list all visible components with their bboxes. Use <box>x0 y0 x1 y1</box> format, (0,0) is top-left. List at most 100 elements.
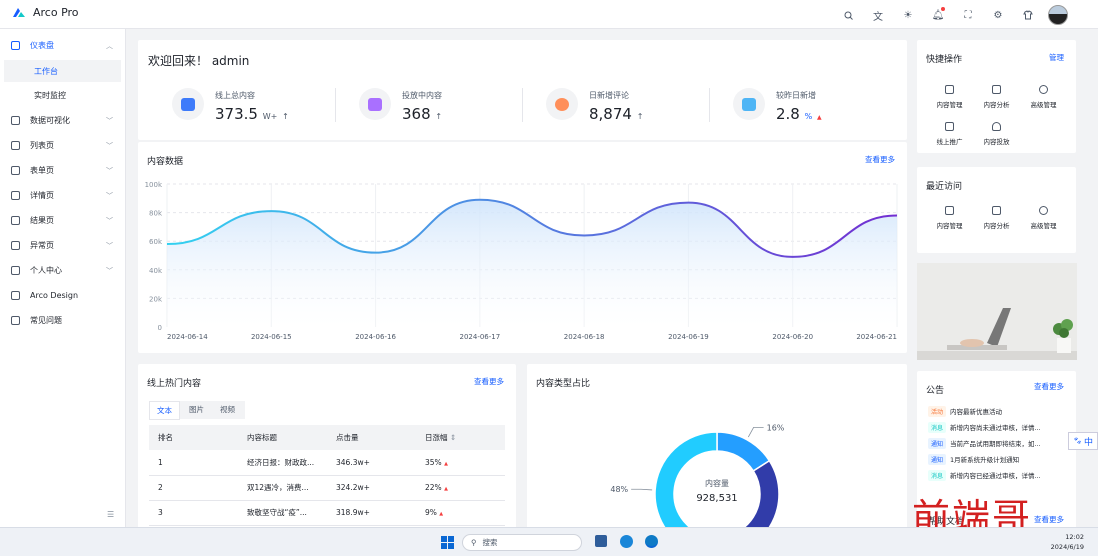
slice-label: 48% <box>610 485 628 494</box>
notice-item[interactable]: 通知 1月新系统升级计划通知 <box>928 451 1070 467</box>
notice-more-link[interactable]: 查看更多 <box>1034 381 1064 392</box>
file-icon <box>945 84 954 94</box>
quick-item-advanced-manage[interactable]: 高级管理 <box>1020 78 1067 115</box>
chevron-down-icon: ﹀ <box>106 266 113 275</box>
recent-item-content-manage[interactable]: 内容管理 <box>926 199 973 236</box>
chart-icon <box>992 205 1001 215</box>
app-logo[interactable]: Arco Pro <box>12 6 79 19</box>
search-icon[interactable] <box>838 5 858 25</box>
sidebar-item-form[interactable]: 表单页 ﹀ <box>0 158 125 183</box>
tab-image[interactable]: 图片 <box>182 401 211 420</box>
table-row[interactable]: 2 双12遇冷，消费... 324.2w+ 22% ▲ <box>149 475 505 501</box>
user-avatar[interactable] <box>1048 5 1068 25</box>
quick-manage-link[interactable]: 管理 <box>1049 52 1064 63</box>
stat-deliver-content: 投放中内容 368 ↑ <box>359 88 442 123</box>
sidebar-item-result[interactable]: 结果页 ﹀ <box>0 208 125 233</box>
table-header: 排名 内容标题 点击量 日涨幅 ⇕ <box>149 425 505 450</box>
sort-icon[interactable]: ⇕ <box>450 433 456 442</box>
quick-item-content-analysis[interactable]: 内容分析 <box>973 78 1020 115</box>
edge-active-icon[interactable] <box>645 535 658 548</box>
sidebar-item-arco-design[interactable]: Arco Design <box>0 283 125 308</box>
table-row[interactable]: 1 经济日报：财政政... 346.3w+ 35% ▲ <box>149 450 505 476</box>
hot-content-card: 线上热门内容 查看更多 文本 图片 视频 排名 内容标题 点击量 日涨幅 ⇕ 1… <box>138 364 516 530</box>
dashboard-icon <box>11 41 20 50</box>
x-tick-label: 2024-06-15 <box>251 333 292 341</box>
sidebar-item-list[interactable]: 列表页 ﹀ <box>0 133 125 158</box>
quick-item-promotion[interactable]: 线上推广 <box>926 115 973 152</box>
app-title: Arco Pro <box>33 6 79 19</box>
slice-label: 16% <box>767 423 785 432</box>
ime-indicator[interactable]: 🐾︎ 中 <box>1068 432 1098 450</box>
taskbar-search[interactable]: ⚲ 搜索 <box>462 534 582 551</box>
x-tick-label: 2024-06-17 <box>460 333 501 341</box>
notification-bell-icon[interactable]: 🔔︎ <box>928 5 948 25</box>
fullscreen-icon[interactable]: ⛶ <box>958 5 978 25</box>
sidebar-sub-monitor[interactable]: 实时监控 <box>4 84 121 106</box>
arco-logo-icon <box>13 8 25 17</box>
recent-item-content-analysis[interactable]: 内容分析 <box>973 199 1020 236</box>
question-icon <box>11 316 20 325</box>
ime-paw-icon: 🐾︎ <box>1073 437 1082 445</box>
content-data-card: 内容数据 查看更多 0 20k 40k 60k 80k 100k 2024-06-14 202… <box>138 142 907 353</box>
sidebar-item-exception[interactable]: 异常页 ﹀ <box>0 233 125 258</box>
quick-item-content-manage[interactable]: 内容管理 <box>926 78 973 115</box>
file-explorer-icon[interactable] <box>595 535 607 547</box>
file-icon <box>945 205 954 215</box>
notice-item[interactable]: 活动 内容最新优惠活动 <box>928 403 1070 419</box>
system-clock[interactable]: 12:02 2024/6/19 <box>1051 532 1084 552</box>
recent-visits-card: 最近访问 内容管理 内容分析 高级管理 <box>917 167 1076 253</box>
notice-item[interactable]: 消息 新增内容已经通过审核，详情... <box>928 467 1070 483</box>
quick-item-delivery[interactable]: 内容投放 <box>973 115 1020 152</box>
chevron-down-icon: ﹀ <box>106 116 113 125</box>
area-fill <box>167 199 897 327</box>
x-tick-label: 2024-06-21 <box>856 333 897 341</box>
sidebar-item-visualization[interactable]: 数据可视化 ﹀ <box>0 108 125 133</box>
recent-item-advanced-manage[interactable]: 高级管理 <box>1020 199 1067 236</box>
menu-collapse-icon[interactable]: ☰ <box>107 510 114 519</box>
laptop-desk-illustration <box>917 263 1077 360</box>
chevron-down-icon: ﹀ <box>106 241 113 250</box>
windows-start-icon[interactable] <box>441 536 454 549</box>
stat-icon <box>546 88 578 120</box>
welcome-card: 欢迎回来！ admin 线上总内容 373.5 W+ ↑ 投放中内容 368 ↑… <box>138 40 907 140</box>
donut-center-label: 内容量 <box>705 478 729 488</box>
x-tick-label: 2024-06-14 <box>167 333 208 341</box>
chevron-down-icon: ﹀ <box>106 216 113 225</box>
table-row[interactable]: 3 致敬坚守战“疫”... 318.9w+ 9% ▲ <box>149 500 505 526</box>
hot-more-link[interactable]: 查看更多 <box>474 376 504 387</box>
chevron-up-icon: ︿ <box>106 41 113 50</box>
sidebar-item-dashboard[interactable]: 仪表盘 ︿ <box>0 33 125 58</box>
chevron-down-icon: ﹀ <box>106 141 113 150</box>
quick-actions-card: 快捷操作 管理 内容管理 内容分析 高级管理 线上推广 内容投放 <box>917 40 1076 153</box>
tab-video[interactable]: 视频 <box>213 401 242 420</box>
notice-item[interactable]: 消息 新增内容尚未通过审核，详情... <box>928 419 1070 435</box>
exclamation-icon <box>11 241 20 250</box>
chart-icon <box>11 116 20 125</box>
docs-more-link[interactable]: 查看更多 <box>1034 514 1064 525</box>
rise-arrow: ▲ <box>439 511 444 517</box>
theme-sun-icon[interactable]: ☀ <box>898 5 918 25</box>
search-icon: ⚲ <box>471 538 477 547</box>
shirt-icon[interactable] <box>1018 5 1038 25</box>
banner-image[interactable] <box>917 263 1077 360</box>
donut-center-value: 928,531 <box>696 493 737 504</box>
welcome-greeting: 欢迎回来！ admin <box>148 54 250 68</box>
hot-title: 线上热门内容 <box>147 379 202 389</box>
gear-icon <box>1039 84 1048 94</box>
sidebar-sub-workplace[interactable]: 工作台 <box>4 60 121 82</box>
notification-dot <box>941 7 945 11</box>
stat-growth: 较昨日新增 2.8 % ▲ <box>733 88 822 123</box>
notice-item[interactable]: 通知 当前产品试用期即将结束，如... <box>928 435 1070 451</box>
rise-arrow: ▲ <box>444 486 448 492</box>
language-icon[interactable]: 文 <box>868 5 888 25</box>
sidebar-item-faq[interactable]: 常见问题 <box>0 308 125 333</box>
sidebar-item-profile[interactable]: 详情页 ﹀ <box>0 183 125 208</box>
sidebar-item-user[interactable]: 个人中心 ﹀ <box>0 258 125 283</box>
settings-gear-icon[interactable]: ⚙ <box>988 5 1008 25</box>
edge-browser-icon[interactable] <box>620 535 633 548</box>
mobile-icon <box>945 121 954 131</box>
x-tick-label: 2024-06-18 <box>564 333 605 341</box>
content-type-card: 内容类型占比 16%36%48%内容量928,531 <box>527 364 907 530</box>
sort-column-header[interactable]: 日涨幅 ⇕ <box>416 425 505 450</box>
tab-text[interactable]: 文本 <box>149 401 180 420</box>
